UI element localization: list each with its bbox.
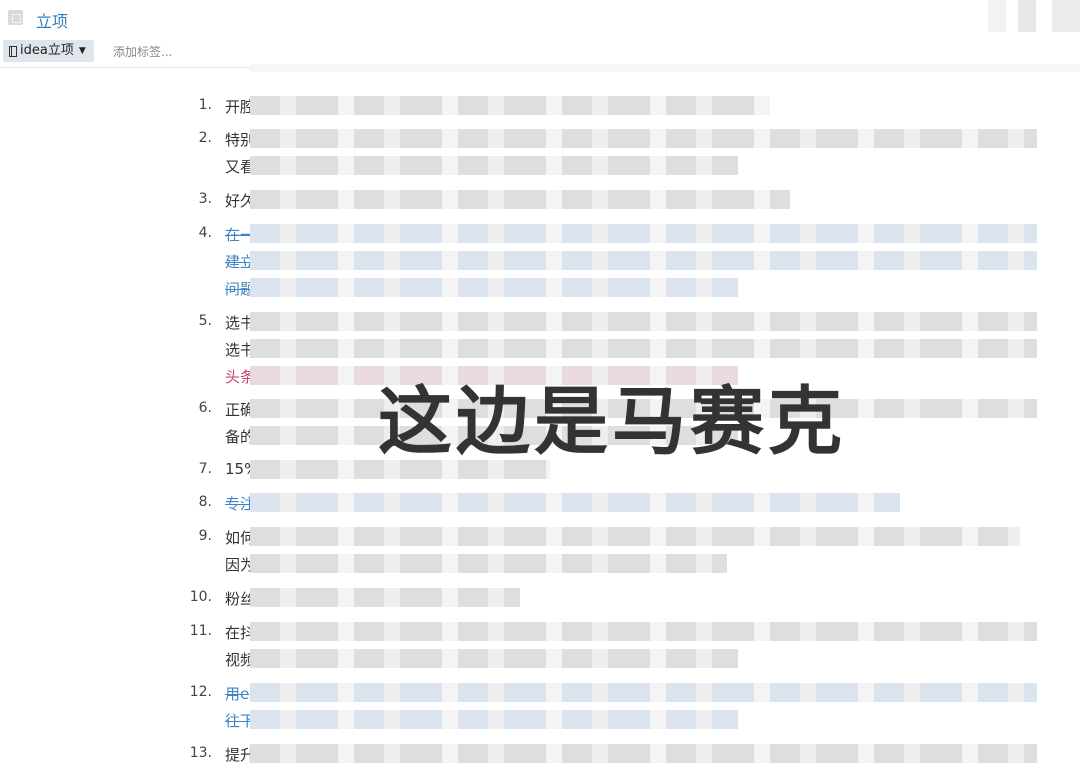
mosaic-block [250, 278, 738, 297]
list-item-number: 4. [198, 225, 212, 241]
mosaic-block [250, 710, 738, 729]
list-item-number: 9. [198, 528, 212, 544]
list-item-number: 2. [198, 130, 212, 146]
window-control-blurred[interactable] [1052, 0, 1080, 32]
chevron-down-icon: ▼ [78, 46, 86, 56]
title-bar: 立项 [0, 0, 1080, 38]
mosaic-block [250, 493, 900, 512]
list-item-number: 12. [189, 684, 212, 700]
mosaic-block [250, 156, 738, 175]
list-item-number: 7. [198, 461, 212, 477]
mosaic-block [250, 224, 1037, 243]
mosaic-block [250, 622, 1037, 641]
window-control-blurred[interactable] [988, 0, 1006, 32]
list-item-number: 6. [198, 400, 212, 416]
list-item-number: 10. [189, 589, 212, 605]
mosaic-block [250, 129, 1037, 148]
mosaic-block [250, 588, 520, 607]
mosaic-block [250, 527, 1020, 546]
note-title[interactable]: 立项 [36, 8, 68, 32]
list-item-number: 8. [198, 494, 212, 510]
list-item-number: 1. [198, 97, 212, 113]
note-icon [8, 10, 23, 25]
list-item-text: 用e [225, 685, 250, 703]
list-item-number: 5. [198, 313, 212, 329]
tag-bar: idea立项 ▼ 添加标签... [0, 38, 1080, 66]
mosaic-block [250, 312, 1037, 331]
add-tag-button[interactable]: 添加标签... [113, 43, 172, 60]
mosaic-block [250, 649, 738, 668]
mosaic-block [250, 339, 1037, 358]
list-item-number: 13. [189, 745, 212, 761]
mosaic-block [250, 683, 1037, 702]
list-item-number: 3. [198, 191, 212, 207]
notebook-selector[interactable]: idea立项 ▼ [3, 40, 94, 62]
mosaic-watermark: 这边是马赛克 [378, 379, 846, 465]
mosaic-block [250, 251, 1037, 270]
window-control-blurred[interactable] [1018, 0, 1036, 32]
mosaic-block [250, 554, 727, 573]
notebook-icon [9, 45, 17, 57]
mosaic-region [250, 64, 1080, 72]
mosaic-block [250, 190, 790, 209]
divider [0, 67, 250, 68]
list-item-number: 11. [189, 623, 212, 639]
notebook-label: idea立项 [20, 43, 74, 58]
mosaic-block [250, 744, 1037, 763]
mosaic-block [250, 96, 770, 115]
